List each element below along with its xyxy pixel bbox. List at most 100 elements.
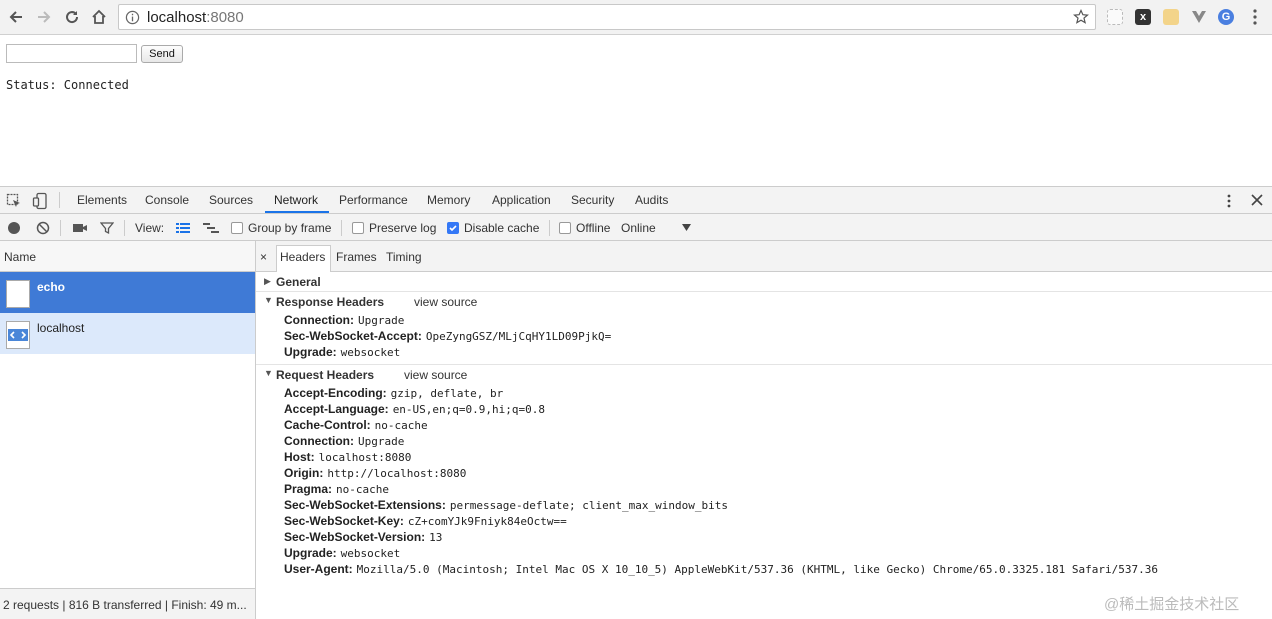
response-headers-title[interactable]: Response Headers [276, 295, 384, 309]
network-toolbar: View: Group by frame Preserve log Disabl… [0, 214, 1272, 241]
disable-cache-label: Disable cache [464, 221, 540, 235]
forward-arrow-icon [38, 11, 51, 23]
filter-icon[interactable] [100, 221, 114, 235]
request-view-source-link[interactable]: view source [404, 368, 467, 382]
header-row: Upgrade: websocket [284, 546, 401, 560]
message-input[interactable] [6, 44, 137, 63]
tab-performance[interactable]: Performance [339, 193, 408, 207]
tab-headers[interactable]: Headers [280, 250, 325, 264]
back-arrow-icon [9, 11, 22, 23]
watermark: @稀土掘金技术社区 [1104, 596, 1240, 613]
inspect-element-icon[interactable] [6, 193, 22, 209]
header-row: Sec-WebSocket-Extensions: permessage-defl… [284, 498, 728, 512]
devtools-menu-icon[interactable] [1226, 193, 1232, 209]
header-row: Accept-Encoding: gzip, deflate, br [284, 386, 504, 400]
response-view-source-link[interactable]: view source [414, 295, 477, 309]
notes-extension-icon[interactable] [1163, 9, 1179, 25]
header-row: Connection: Upgrade [284, 434, 405, 448]
file-icon [6, 280, 30, 308]
collapse-right-icon[interactable]: ▶ [264, 276, 271, 287]
header-row: Sec-WebSocket-Version: 13 [284, 530, 443, 544]
browser-toolbar: localhost:8080 x G [0, 0, 1272, 35]
group-by-frame-checkbox[interactable] [231, 222, 243, 234]
header-row: Host: localhost:8080 [284, 450, 412, 464]
home-button[interactable] [88, 6, 110, 28]
forward-button[interactable] [33, 6, 55, 28]
expand-down-icon[interactable]: ▼ [264, 368, 273, 378]
large-rows-icon[interactable] [176, 222, 190, 234]
group-by-frame-label: Group by frame [248, 221, 332, 235]
header-row: Accept-Language: en-US,en;q=0.9,hi;q=0.8 [284, 402, 546, 416]
html-document-icon [6, 321, 30, 349]
request-details-panel: × Headers Frames Timing ▶ General ▼ Resp… [256, 241, 1272, 619]
close-details-button[interactable]: × [260, 250, 267, 264]
close-devtools-icon[interactable] [1251, 194, 1263, 206]
vue-extension-icon[interactable] [1191, 9, 1207, 25]
checkmark-icon [449, 225, 457, 232]
url-text: localhost:8080 [147, 9, 244, 26]
name-column-header[interactable]: Name [0, 241, 255, 272]
tab-security[interactable]: Security [571, 193, 614, 207]
request-row[interactable]: localhost [0, 313, 255, 354]
offline-label: Offline [576, 221, 611, 235]
chevron-down-icon[interactable] [682, 224, 691, 231]
info-icon[interactable] [125, 10, 140, 25]
tab-memory[interactable]: Memory [427, 193, 470, 207]
record-icon[interactable] [7, 221, 21, 235]
close-tab-extension-icon[interactable]: x [1135, 9, 1151, 25]
tab-sources[interactable]: Sources [209, 193, 253, 207]
request-name: echo [37, 280, 66, 294]
header-row: Sec-WebSocket-Accept: OpeZyngGSZ/MLjCqHY1… [284, 329, 612, 343]
header-row: Connection: Upgrade [284, 313, 405, 327]
extension-icon[interactable] [1107, 9, 1123, 25]
tab-timing[interactable]: Timing [386, 250, 422, 264]
v-logo-icon [1192, 11, 1206, 23]
toolbar-divider [341, 220, 342, 236]
reload-button[interactable] [61, 6, 83, 28]
clear-icon[interactable] [36, 221, 50, 235]
expand-down-icon[interactable]: ▼ [264, 295, 273, 305]
tab-console[interactable]: Console [145, 193, 189, 207]
devtools-panel: Elements Console Sources Network Perform… [0, 186, 1272, 619]
header-row: Pragma: no-cache [284, 482, 390, 496]
tab-elements[interactable]: Elements [77, 193, 127, 207]
reload-icon [66, 11, 79, 24]
header-row: Upgrade: websocket [284, 345, 401, 359]
header-row: Sec-WebSocket-Key: cZ+comYJk9Fniyk84eOctw… [284, 514, 567, 528]
bookmark-star-icon[interactable] [1073, 9, 1089, 25]
header-row: Origin: http://localhost:8080 [284, 466, 467, 480]
tab-application[interactable]: Application [492, 193, 551, 207]
back-button[interactable] [5, 6, 27, 28]
header-row: User-Agent: Mozilla/5.0 (Macintosh; Intel… [284, 562, 1159, 576]
home-icon [92, 9, 106, 24]
browser-menu-icon[interactable] [1252, 8, 1258, 26]
device-toolbar-icon[interactable] [32, 192, 48, 210]
header-row: Cache-Control: no-cache [284, 418, 428, 432]
tab-frames[interactable]: Frames [336, 250, 377, 264]
active-tab-indicator [265, 211, 329, 213]
details-tab-bar: × Headers Frames Timing [256, 241, 1272, 272]
offline-checkbox[interactable] [559, 222, 571, 234]
request-name: localhost [37, 321, 85, 335]
requests-panel: Name echo localhost 2 requests | 816 B t… [0, 241, 256, 619]
google-extension-icon[interactable]: G [1218, 9, 1234, 25]
address-bar[interactable]: localhost:8080 [118, 4, 1096, 30]
throttling-select[interactable]: Online [621, 221, 656, 235]
toolbar-divider [549, 220, 550, 236]
divider [256, 291, 1272, 292]
request-row[interactable]: echo [0, 272, 255, 313]
preserve-log-label: Preserve log [369, 221, 437, 235]
tab-audits[interactable]: Audits [635, 193, 668, 207]
general-section-title[interactable]: General [276, 275, 321, 289]
request-headers-title[interactable]: Request Headers [276, 368, 374, 382]
send-button[interactable]: Send [141, 45, 183, 63]
view-label: View: [135, 221, 165, 235]
waterfall-overview-icon[interactable] [203, 222, 219, 234]
status-text: Status: Connected [6, 78, 129, 92]
web-page: Send Status: Connected [0, 36, 1272, 186]
screenshot-camera-icon[interactable] [72, 222, 88, 234]
disable-cache-checkbox[interactable] [447, 222, 459, 234]
preserve-log-checkbox[interactable] [352, 222, 364, 234]
toolbar-divider [59, 192, 60, 208]
tab-network[interactable]: Network [274, 193, 318, 207]
